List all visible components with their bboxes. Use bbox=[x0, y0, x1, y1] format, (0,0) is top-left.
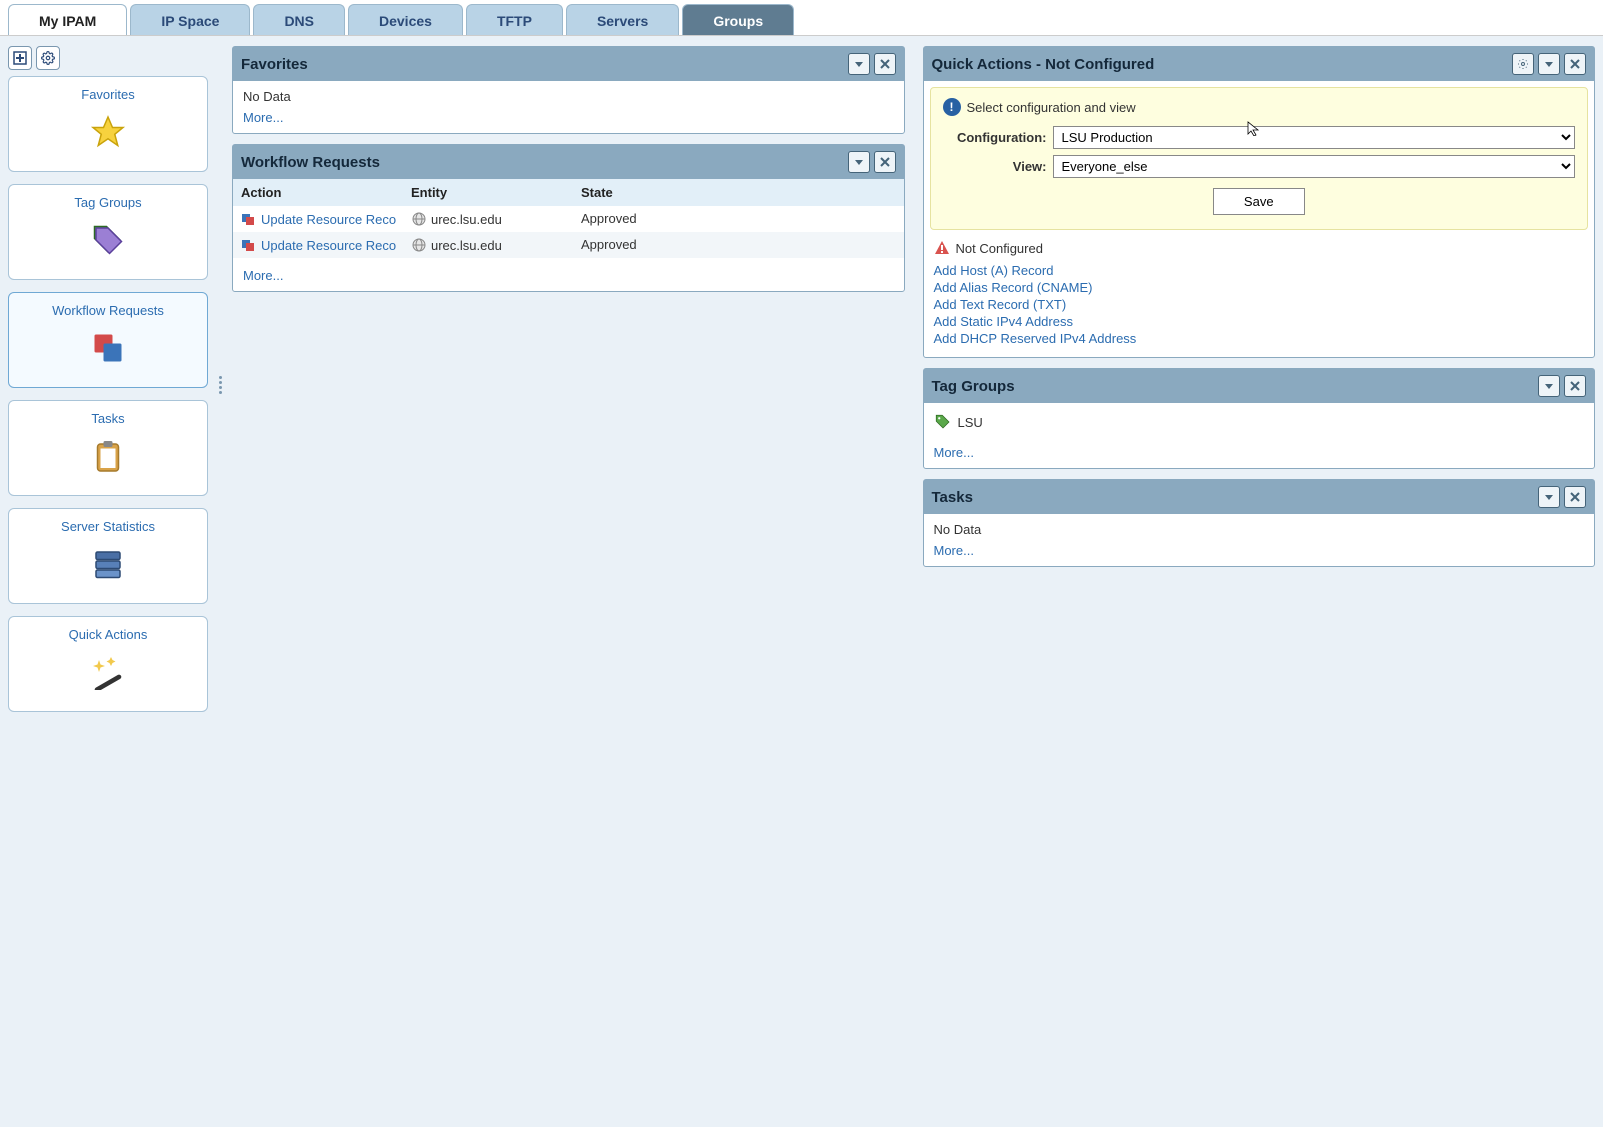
tab-ip-space[interactable]: IP Space bbox=[130, 4, 250, 35]
add-dhcp-reserved-ipv4-link[interactable]: Add DHCP Reserved IPv4 Address bbox=[934, 330, 1585, 347]
col-entity: Entity bbox=[411, 185, 581, 200]
sidebar-item-favorites[interactable]: Favorites bbox=[8, 76, 208, 172]
sidebar-item-label: Tag Groups bbox=[15, 195, 201, 210]
sidebar-item-label: Workflow Requests bbox=[15, 303, 201, 318]
tab-my-ipam[interactable]: My IPAM bbox=[8, 4, 127, 35]
tag-icon bbox=[934, 413, 952, 431]
tag-item[interactable]: LSU bbox=[934, 411, 1585, 439]
sidebar: Favorites Tag Groups Workflow Requests T… bbox=[8, 46, 208, 724]
close-button[interactable] bbox=[1564, 53, 1586, 75]
panel-title: Tag Groups bbox=[932, 378, 1015, 395]
sidebar-item-tasks[interactable]: Tasks bbox=[8, 400, 208, 496]
workflow-row[interactable]: Update Resource Reco urec.lsu.edu Approv… bbox=[233, 206, 904, 232]
clipboard-icon bbox=[90, 438, 126, 477]
add-static-ipv4-link[interactable]: Add Static IPv4 Address bbox=[934, 313, 1585, 330]
col-action: Action bbox=[241, 185, 411, 200]
tab-servers[interactable]: Servers bbox=[566, 4, 679, 35]
no-data-text: No Data bbox=[243, 89, 894, 104]
close-button[interactable] bbox=[874, 151, 896, 173]
more-link[interactable]: More... bbox=[934, 543, 974, 558]
sidebar-item-tag-groups[interactable]: Tag Groups bbox=[8, 184, 208, 280]
panel-title: Tasks bbox=[932, 489, 973, 506]
workflow-icon bbox=[90, 330, 126, 369]
server-icon bbox=[90, 546, 126, 585]
more-link[interactable]: More... bbox=[243, 268, 283, 283]
sidebar-item-workflow-requests[interactable]: Workflow Requests bbox=[8, 292, 208, 388]
action-cell: Update Resource Reco bbox=[261, 212, 396, 227]
configuration-select[interactable]: LSU Production bbox=[1053, 126, 1576, 149]
collapse-button[interactable] bbox=[1538, 375, 1560, 397]
view-label: View: bbox=[943, 159, 1053, 174]
record-icon bbox=[241, 237, 257, 253]
workflow-row[interactable]: Update Resource Reco urec.lsu.edu Approv… bbox=[233, 232, 904, 258]
col-state: State bbox=[581, 185, 896, 200]
tab-dns[interactable]: DNS bbox=[253, 4, 345, 35]
configuration-label: Configuration: bbox=[943, 130, 1053, 145]
globe-icon bbox=[411, 211, 427, 227]
star-icon bbox=[90, 114, 126, 153]
tasks-panel: Tasks No Data More... bbox=[923, 479, 1596, 567]
view-select[interactable]: Everyone_else bbox=[1053, 155, 1576, 178]
add-text-record-txt-link[interactable]: Add Text Record (TXT) bbox=[934, 296, 1585, 313]
sidebar-item-label: Favorites bbox=[15, 87, 201, 102]
wand-icon bbox=[90, 654, 126, 693]
tab-groups[interactable]: Groups bbox=[682, 4, 794, 35]
info-text: Select configuration and view bbox=[967, 100, 1136, 115]
tab-devices[interactable]: Devices bbox=[348, 4, 463, 35]
tag-label: LSU bbox=[958, 415, 983, 430]
add-host-a-record-link[interactable]: Add Host (A) Record bbox=[934, 262, 1585, 279]
globe-icon bbox=[411, 237, 427, 253]
collapse-button[interactable] bbox=[848, 151, 870, 173]
quick-action-links: Add Host (A) Record Add Alias Record (CN… bbox=[924, 260, 1595, 357]
close-button[interactable] bbox=[1564, 486, 1586, 508]
quick-actions-panel: Quick Actions - Not Configured ! Select … bbox=[923, 46, 1596, 358]
entity-cell: urec.lsu.edu bbox=[431, 212, 502, 227]
state-cell: Approved bbox=[581, 237, 896, 253]
sidebar-item-label: Quick Actions bbox=[15, 627, 201, 642]
settings-button[interactable] bbox=[36, 46, 60, 70]
warning-icon bbox=[934, 240, 950, 256]
no-data-text: No Data bbox=[934, 522, 1585, 537]
tags-icon bbox=[90, 222, 126, 261]
sidebar-item-server-statistics[interactable]: Server Statistics bbox=[8, 508, 208, 604]
record-icon bbox=[241, 211, 257, 227]
top-tab-bar: My IPAM IP Space DNS Devices TFTP Server… bbox=[0, 0, 1603, 36]
workflow-requests-panel: Workflow Requests Action Entity State bbox=[232, 144, 905, 292]
sidebar-item-quick-actions[interactable]: Quick Actions bbox=[8, 616, 208, 712]
info-icon: ! bbox=[943, 98, 961, 116]
panel-settings-button[interactable] bbox=[1512, 53, 1534, 75]
not-configured-text: Not Configured bbox=[956, 241, 1043, 256]
close-button[interactable] bbox=[874, 53, 896, 75]
panel-title: Workflow Requests bbox=[241, 154, 380, 171]
close-button[interactable] bbox=[1564, 375, 1586, 397]
favorites-panel: Favorites No Data More... bbox=[232, 46, 905, 134]
entity-cell: urec.lsu.edu bbox=[431, 238, 502, 253]
panel-title: Favorites bbox=[241, 56, 308, 73]
panel-title: Quick Actions - Not Configured bbox=[932, 56, 1155, 73]
workflow-table-header: Action Entity State bbox=[233, 179, 904, 206]
more-link[interactable]: More... bbox=[243, 110, 283, 125]
sidebar-item-label: Server Statistics bbox=[15, 519, 201, 534]
collapse-button[interactable] bbox=[1538, 486, 1560, 508]
sidebar-item-label: Tasks bbox=[15, 411, 201, 426]
collapse-button[interactable] bbox=[1538, 53, 1560, 75]
tag-groups-panel: Tag Groups LSU More... bbox=[923, 368, 1596, 469]
add-widget-button[interactable] bbox=[8, 46, 32, 70]
action-cell: Update Resource Reco bbox=[261, 238, 396, 253]
save-button[interactable]: Save bbox=[1213, 188, 1305, 215]
state-cell: Approved bbox=[581, 211, 896, 227]
collapse-button[interactable] bbox=[848, 53, 870, 75]
more-link[interactable]: More... bbox=[934, 445, 974, 460]
quick-actions-config-box: ! Select configuration and view Configur… bbox=[930, 87, 1589, 230]
add-alias-record-cname-link[interactable]: Add Alias Record (CNAME) bbox=[934, 279, 1585, 296]
tab-tftp[interactable]: TFTP bbox=[466, 4, 563, 35]
splitter-handle[interactable] bbox=[216, 46, 224, 724]
